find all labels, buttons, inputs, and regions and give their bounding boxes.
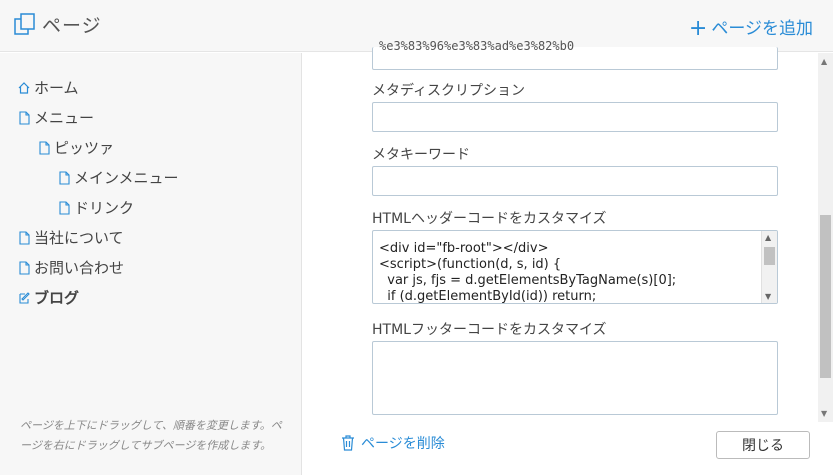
page-icon	[19, 230, 30, 245]
delete-page-label: ページを削除	[361, 436, 445, 452]
plus-icon: +	[688, 16, 708, 41]
panel-scrollbar[interactable]: ▲ ▼	[818, 53, 833, 422]
meta-keywords-input[interactable]	[372, 166, 778, 196]
trash-icon	[342, 435, 354, 451]
url-slug-input[interactable]: %e3%83%96%e3%83%ad%e3%82%b0	[372, 39, 778, 70]
sidebar-item-label: お問い合わせ	[34, 259, 125, 277]
header-code-textarea[interactable]: <div id="fb-root"></div> <script>(functi…	[372, 230, 778, 304]
page-settings-panel: %e3%83%96%e3%83%ad%e3%82%b0 メタディスクリプション …	[303, 39, 818, 475]
scroll-up-arrow-icon[interactable]: ▲	[821, 57, 827, 66]
drag-hint-text: ページを上下にドラッグして、順番を変更します。ページを右にドラッグしてサブページ…	[20, 419, 282, 452]
page-title: ページ	[42, 15, 102, 37]
scroll-down-arrow-icon[interactable]: ▼	[765, 292, 771, 301]
scrollbar-thumb[interactable]	[764, 247, 775, 265]
sidebar-item-label: メインメニュー	[74, 169, 179, 187]
home-icon	[18, 81, 30, 94]
page-icon	[59, 170, 70, 185]
scroll-down-arrow-icon[interactable]: ▼	[821, 409, 827, 418]
page-icon	[19, 260, 30, 275]
meta-description-input[interactable]	[372, 102, 778, 132]
sidebar-item-home[interactable]: ホーム	[18, 77, 79, 98]
page-icon	[39, 140, 50, 155]
sidebar-item-pizza[interactable]: ピッツァ	[38, 137, 114, 158]
sidebar-item-label: 当社について	[34, 229, 124, 247]
sidebar-item-main-menu[interactable]: メインメニュー	[58, 167, 179, 188]
pages-icon	[14, 13, 35, 35]
sidebar-item-label: ホーム	[34, 79, 79, 97]
edit-icon	[19, 291, 30, 304]
close-button[interactable]: 閉じる	[716, 431, 810, 459]
sidebar-item-label: ブログ	[34, 289, 80, 307]
sidebar-item-label: ドリンク	[74, 199, 135, 217]
sidebar-item-label: ピッツァ	[54, 139, 115, 157]
footer-code-label: HTMLフッターコードをカスタマイズ	[372, 322, 607, 338]
page-tree-sidebar: ホーム メニュー ピッツァ メインメニュー ドリンク 当社について お問い合わせ…	[0, 53, 302, 475]
sidebar-item-contact[interactable]: お問い合わせ	[18, 257, 124, 278]
scrollbar-thumb[interactable]	[820, 215, 831, 378]
meta-keywords-label: メタキーワード	[372, 147, 470, 163]
scroll-up-arrow-icon[interactable]: ▲	[765, 233, 771, 242]
meta-description-label: メタディスクリプション	[372, 83, 526, 99]
sidebar-item-menu[interactable]: メニュー	[18, 107, 94, 128]
add-page-label: ページを追加	[711, 19, 813, 39]
header-code-label: HTMLヘッダーコードをカスタマイズ	[372, 211, 607, 227]
sidebar-item-about[interactable]: 当社について	[18, 227, 124, 248]
page-icon	[19, 110, 30, 125]
footer-code-textarea[interactable]	[372, 341, 778, 415]
sidebar-item-blog[interactable]: ブログ	[18, 287, 79, 308]
header-code-content: <div id="fb-root"></div> <script>(functi…	[379, 241, 677, 304]
header-code-scrollbar[interactable]: ▲ ▼	[761, 231, 777, 303]
sidebar-item-drinks[interactable]: ドリンク	[58, 197, 134, 218]
add-page-button[interactable]: + ページを追加	[688, 14, 813, 41]
sidebar-item-label: メニュー	[34, 109, 95, 127]
url-slug-value: %e3%83%96%e3%83%ad%e3%82%b0	[379, 39, 575, 53]
delete-page-button[interactable]: ページを削除	[341, 433, 445, 453]
page-icon	[59, 200, 70, 215]
